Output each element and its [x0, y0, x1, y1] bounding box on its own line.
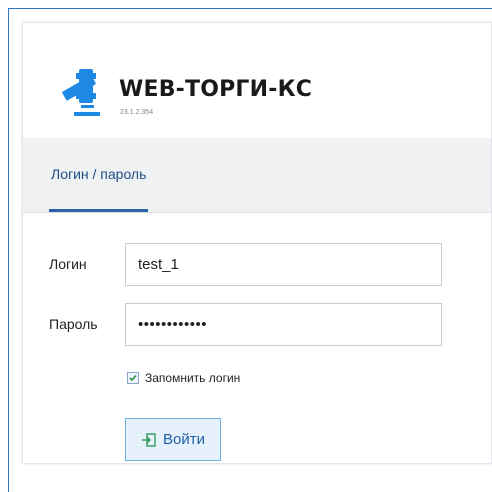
- login-button[interactable]: Войти: [125, 418, 221, 461]
- app-version: 23.1.2.354: [120, 109, 154, 116]
- tab-login-password[interactable]: Логин / пароль: [49, 164, 149, 212]
- checkmark-icon: [129, 374, 137, 382]
- login-card: WEB-ТОРГИ-КС 23.1.2.354 Логин / пароль Л…: [22, 22, 492, 464]
- remember-login-label: Запомнить логин: [145, 371, 241, 385]
- tab-bar: Логин / пароль: [23, 138, 491, 213]
- login-label: Логин: [49, 256, 87, 272]
- login-button-label: Войти: [163, 431, 205, 448]
- sign-in-icon: [142, 432, 156, 447]
- password-input[interactable]: ••••••••••••: [125, 303, 442, 346]
- remember-login-checkbox[interactable]: [127, 372, 139, 384]
- password-label: Пароль: [49, 316, 98, 332]
- login-input[interactable]: test_1: [125, 243, 442, 286]
- app-title: WEB-ТОРГИ-КС: [119, 77, 313, 102]
- app-header: WEB-ТОРГИ-КС 23.1.2.354: [23, 23, 491, 138]
- remember-login-row[interactable]: Запомнить логин: [127, 371, 240, 385]
